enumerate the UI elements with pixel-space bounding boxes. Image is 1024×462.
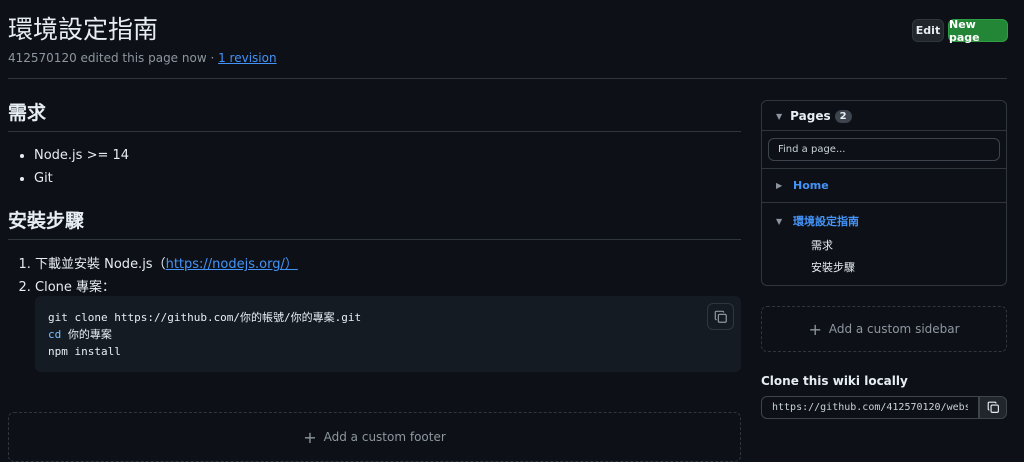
pages-label: Pages — [790, 109, 831, 123]
page-subitem-install-steps[interactable]: 安裝步驟 — [811, 259, 855, 275]
page-subitem-requirements[interactable]: 需求 — [811, 237, 833, 253]
triangle-down-icon: ▼ — [776, 216, 783, 226]
clone-url-input[interactable] — [761, 396, 979, 419]
heading-divider — [8, 131, 741, 132]
footer-label: Add a custom footer — [323, 430, 446, 444]
page-item-env-guide[interactable]: ▼ 環境設定指南 — [776, 213, 859, 229]
page-meta: 412570120 edited this page now · 1 revis… — [8, 51, 277, 65]
copy-icon — [987, 401, 999, 413]
plus-icon: + — [303, 427, 317, 447]
heading-divider — [8, 239, 741, 240]
code-block: git clone https://github.com/你的帳號/你的專案.g… — [35, 296, 741, 372]
code-keyword: cd — [48, 328, 62, 341]
page-label: Home — [793, 179, 829, 192]
revision-link[interactable]: 1 revision — [218, 51, 276, 65]
heading-install-steps: 安裝步驟 — [8, 210, 85, 232]
pages-toggle[interactable]: ▼ Pages 2 — [762, 101, 1006, 131]
triangle-right-icon: ▶ — [776, 181, 783, 190]
clone-title: Clone this wiki locally — [761, 374, 908, 388]
code-line: npm install — [48, 345, 121, 358]
add-custom-sidebar[interactable]: + Add a custom sidebar — [761, 306, 1007, 352]
code-text: 你的專案 — [61, 328, 112, 341]
steps-list: 下載並安裝 Node.js（https://nodejs.org/） Clone… — [20, 255, 298, 301]
plus-icon: + — [808, 319, 822, 339]
new-page-button[interactable]: New page — [948, 18, 1008, 44]
find-page-input[interactable] — [768, 138, 1000, 161]
header-divider — [8, 78, 1007, 79]
requirements-list: Node.js >= 14 Git — [22, 146, 129, 192]
code-line: git clone https://github.com/你的帳號/你的專案.g… — [48, 311, 362, 324]
code-line: cd 你的專案 — [48, 326, 728, 343]
edit-info: 412570120 edited this page now · — [8, 51, 219, 65]
page-item-home[interactable]: ▶ Home — [776, 179, 829, 192]
pages-count-badge: 2 — [834, 109, 852, 123]
page-title: 環境設定指南 — [8, 15, 159, 44]
divider — [762, 202, 1006, 203]
page-label: 環境設定指南 — [793, 215, 859, 228]
edit-button[interactable]: Edit — [912, 19, 944, 42]
nodejs-link[interactable]: https://nodejs.org/） — [166, 257, 298, 272]
heading-requirements: 需求 — [8, 102, 47, 124]
list-item: Node.js >= 14 — [34, 146, 129, 169]
divider — [762, 168, 1006, 169]
triangle-down-icon: ▼ — [776, 111, 783, 121]
list-item: Git — [34, 169, 129, 192]
sidebar-label: Add a custom sidebar — [828, 322, 960, 336]
list-item: 下載並安裝 Node.js（https://nodejs.org/） — [35, 255, 298, 278]
pages-panel: ▼ Pages 2 ▶ Home ▼ 環境設定指南 需求 安裝步驟 — [761, 100, 1007, 286]
divider — [762, 130, 1006, 131]
step-text: 下載並安裝 Node.js（ — [35, 257, 166, 272]
copy-icon — [714, 310, 727, 323]
copy-code-button[interactable] — [707, 303, 734, 330]
add-custom-footer[interactable]: + Add a custom footer — [8, 412, 741, 462]
copy-clone-url-button[interactable] — [979, 396, 1007, 419]
